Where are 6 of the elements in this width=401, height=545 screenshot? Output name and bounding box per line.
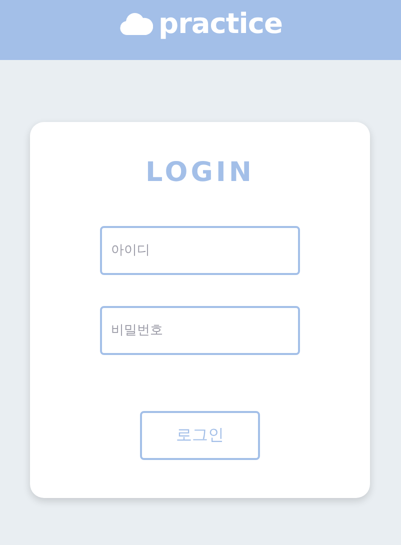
id-field[interactable]: 아이디 (100, 226, 300, 275)
logo-title: practice (158, 6, 282, 40)
password-field[interactable]: 비밀번호 (100, 306, 300, 355)
login-heading: LOGIN (146, 156, 254, 190)
cloud-icon (118, 11, 153, 35)
login-button[interactable]: 로그인 (140, 411, 260, 460)
